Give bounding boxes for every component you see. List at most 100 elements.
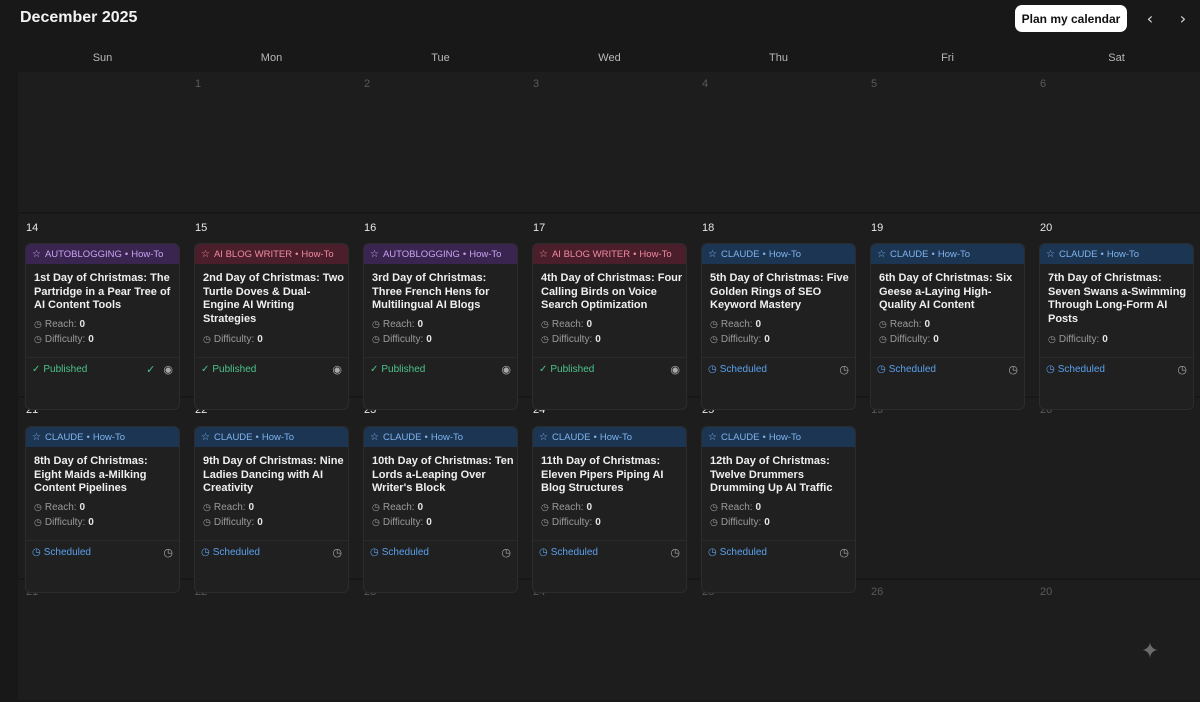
tag-separator: • — [1100, 248, 1104, 260]
post-source: CLAUDE — [382, 431, 422, 443]
day-number: 20 — [1040, 586, 1053, 598]
weekday-mon: Mon — [260, 52, 283, 64]
post-type: How-To — [261, 431, 295, 443]
eye-icon[interactable]: ◉ — [332, 363, 342, 376]
approve-icon[interactable]: ✓ — [146, 363, 155, 376]
post-title: 5th Day of Christmas: Five Golden Rings … — [710, 272, 849, 311]
clock-icon[interactable]: ◷ — [1177, 363, 1187, 376]
day-cell[interactable] — [356, 580, 525, 700]
difficulty-label: Difficulty: — [889, 334, 931, 345]
post-type: How-To — [131, 248, 164, 260]
difficulty-value: 0 — [88, 334, 94, 345]
reach-icon: ◷ — [372, 502, 380, 513]
post-card[interactable]: ☆ AUTOBLOGGING • How-To 3rd Day of Christmas… — [363, 243, 518, 410]
status-badge: ◷ Scheduled — [539, 547, 598, 558]
status-badge: ◷ Scheduled — [877, 364, 936, 375]
day-cell[interactable] — [356, 72, 525, 212]
difficulty-stat: ◷ Difficulty: 0 — [372, 334, 432, 345]
status-label: Published — [381, 364, 426, 375]
post-card[interactable]: ☆ CLAUDE • How-To 5th Day of Christmas: Five… — [701, 243, 856, 410]
reach-value: 0 — [248, 502, 255, 513]
difficulty-label: Difficulty: — [382, 334, 424, 345]
day-cell[interactable] — [187, 580, 356, 700]
eye-icon[interactable]: ◉ — [670, 363, 680, 376]
reach-icon: ◷ — [34, 319, 42, 330]
day-cell[interactable] — [863, 72, 1032, 212]
day-cell[interactable] — [863, 580, 1032, 700]
reach-value: 0 — [79, 502, 86, 513]
day-cell[interactable] — [525, 580, 694, 700]
reach-value: 0 — [417, 502, 424, 513]
day-cell[interactable] — [694, 580, 863, 700]
day-cell[interactable] — [1032, 398, 1200, 578]
day-cell[interactable] — [1032, 580, 1200, 700]
clock-icon[interactable]: ◷ — [1008, 363, 1018, 376]
reach-stat: ◷ Reach: 0 — [34, 319, 85, 330]
difficulty-stat: ◷ Difficulty: 0 — [879, 334, 939, 345]
day-cell[interactable] — [694, 72, 863, 212]
post-tag: ☆ CLAUDE • How-To — [1040, 244, 1193, 264]
difficulty-icon: ◷ — [710, 517, 718, 528]
star-icon: ☆ — [32, 248, 41, 260]
chevron-left-icon[interactable]: ‹ — [1139, 6, 1161, 30]
reach-value: 0 — [79, 319, 86, 330]
check-circle-icon: ✓ — [32, 364, 41, 375]
eye-icon[interactable]: ◉ — [163, 363, 173, 376]
eye-icon[interactable]: ◉ — [501, 363, 511, 376]
clock-icon[interactable]: ◷ — [332, 546, 342, 559]
clock-icon: ◷ — [1046, 364, 1055, 375]
difficulty-stat: ◷ Difficulty: 0 — [1048, 334, 1108, 345]
reach-icon: ◷ — [710, 502, 718, 513]
post-card[interactable]: ☆ CLAUDE • How-To 7th Day of Christmas: Seve… — [1039, 243, 1194, 410]
tag-separator: • — [295, 248, 299, 260]
reach-value: 0 — [586, 319, 593, 330]
post-card[interactable]: ☆ CLAUDE • How-To 8th Day of Christmas: Eigh… — [25, 426, 180, 593]
reach-stat: ◷ Reach: 0 — [203, 502, 254, 513]
weekday-thu: Thu — [769, 52, 788, 64]
day-cell[interactable] — [187, 72, 356, 212]
sparkle-icon[interactable]: ✦ — [1138, 640, 1162, 664]
clock-icon[interactable]: ◷ — [839, 363, 849, 376]
post-title: 11th Day of Christmas: Eleven Pipers Pip… — [541, 455, 664, 494]
post-source: CLAUDE — [213, 431, 253, 443]
card-actions: ◷ — [1177, 363, 1187, 376]
clock-icon[interactable]: ◷ — [670, 546, 680, 559]
star-icon: ☆ — [708, 431, 717, 443]
day-cell[interactable] — [525, 72, 694, 212]
day-number: 5 — [871, 78, 878, 90]
difficulty-value: 0 — [426, 334, 432, 345]
day-cell[interactable] — [1032, 72, 1200, 212]
post-tag: ☆ AI BLOG WRITER • How-To — [533, 244, 686, 264]
difficulty-value: 0 — [257, 334, 263, 345]
clock-icon[interactable]: ◷ — [501, 546, 511, 559]
plan-my-calendar-button[interactable]: Plan my calendar — [1015, 5, 1127, 32]
day-cell[interactable] — [18, 72, 187, 212]
post-card[interactable]: ☆ CLAUDE • How-To 10th Day of Christmas: Ten… — [363, 426, 518, 593]
post-title: 2nd Day of Christmas: Two Turtle Doves &… — [203, 272, 344, 325]
post-source: CLAUDE — [720, 248, 760, 260]
card-actions: ◷ — [1008, 363, 1018, 376]
difficulty-stat: ◷ Difficulty: 0 — [710, 334, 770, 345]
day-cell[interactable] — [863, 398, 1032, 578]
day-cell[interactable] — [18, 580, 187, 700]
post-card[interactable]: ☆ CLAUDE • How-To 12th Day of Christmas: Twe… — [701, 426, 856, 593]
post-card[interactable]: ☆ AI BLOG WRITER • How-To 4th Day of Christm… — [532, 243, 687, 410]
post-type: How-To — [1106, 248, 1140, 260]
status-label: Scheduled — [719, 364, 767, 375]
weekday-wed: Wed — [598, 52, 621, 64]
card-actions: ◉ — [501, 363, 511, 376]
post-card[interactable]: ☆ AUTOBLOGGING • How-To 1st Day of Christmas… — [25, 243, 180, 410]
post-tag: ☆ AUTOBLOGGING • How-To — [26, 244, 179, 264]
post-card[interactable]: ☆ CLAUDE • How-To 9th Day of Christmas: Nine… — [194, 426, 349, 593]
clock-icon[interactable]: ◷ — [163, 546, 173, 559]
check-circle-icon: ✓ — [539, 364, 548, 375]
post-card[interactable]: ☆ CLAUDE • How-To 6th Day of Christmas: Six … — [870, 243, 1025, 410]
post-card[interactable]: ☆ CLAUDE • How-To 11th Day of Christmas: Ele… — [532, 426, 687, 593]
clock-icon: ◷ — [708, 547, 717, 558]
card-actions: ◉ — [670, 363, 680, 376]
chevron-right-icon[interactable]: › — [1172, 6, 1194, 30]
clock-icon[interactable]: ◷ — [839, 546, 849, 559]
difficulty-label: Difficulty: — [44, 334, 86, 345]
tag-separator: • — [255, 431, 259, 443]
post-card[interactable]: ☆ AI BLOG WRITER • How-To 2nd Day of Christm… — [194, 243, 349, 410]
